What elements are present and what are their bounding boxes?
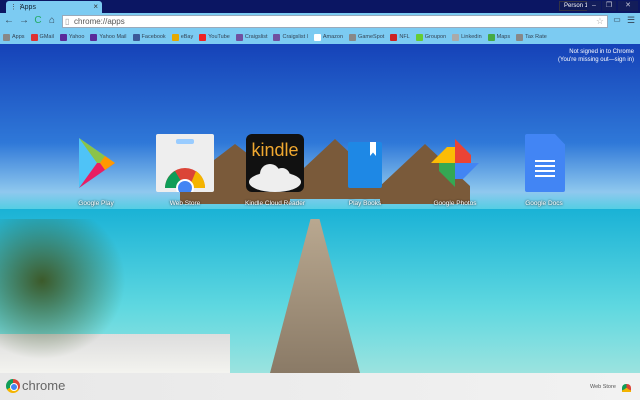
bookmark-favicon-icon xyxy=(390,33,398,41)
google-docs-icon xyxy=(515,134,573,192)
bookmark-item[interactable]: Linkedin xyxy=(452,33,482,41)
bookmark-label: Maps xyxy=(496,34,511,40)
url-text: chrome://apps xyxy=(74,17,125,26)
bookmark-label: GMail xyxy=(39,34,54,40)
bookmark-favicon-icon xyxy=(171,33,179,41)
bookmark-item[interactable]: Craigslist l xyxy=(273,33,308,41)
bookmark-favicon-icon xyxy=(487,33,495,41)
bookmark-label: Craigslist xyxy=(244,34,268,40)
bookmark-favicon-icon xyxy=(415,33,423,41)
bookmark-label: Linkedin xyxy=(461,34,482,40)
bookmark-item[interactable]: eBay xyxy=(171,33,194,41)
bookmark-label: Amazon xyxy=(322,34,344,40)
bookmark-favicon-icon xyxy=(349,33,357,41)
bookmark-item[interactable]: Yahoo Mail xyxy=(90,33,127,41)
app-label: Google Docs xyxy=(525,200,563,207)
title-bar: ⋮⋮ Apps × Person 1 – ❐ ✕ xyxy=(0,0,640,13)
signin-line1: Not signed in to Chrome xyxy=(569,49,634,55)
chrome-brand-text: chrome xyxy=(22,378,66,393)
bookmark-item[interactable]: NFL xyxy=(390,33,410,41)
bookmark-favicon-icon xyxy=(59,33,67,41)
app-label: Google Play xyxy=(78,200,114,207)
reload-button[interactable]: C xyxy=(32,15,44,26)
bookmark-label: Yahoo Mail xyxy=(99,34,127,40)
back-button[interactable]: ← xyxy=(3,15,15,26)
bookmark-label: NFL xyxy=(399,34,410,40)
bookmark-item[interactable]: GMail xyxy=(30,33,54,41)
bookmark-favicon-icon xyxy=(516,33,524,41)
bookmark-label: Yahoo xyxy=(68,34,85,40)
bookmark-item[interactable]: YouTube xyxy=(199,33,230,41)
close-window-button[interactable]: ✕ xyxy=(618,1,638,11)
menu-button[interactable]: ☰ xyxy=(625,15,637,26)
home-button[interactable]: ⌂ xyxy=(46,15,58,26)
app-google-photos[interactable]: Google Photos xyxy=(410,134,500,207)
bookmark-favicon-icon xyxy=(273,33,281,41)
kindle-icon: kindle xyxy=(246,134,304,192)
app-google-play[interactable]: Google Play xyxy=(51,134,141,207)
page-icon: ▯ xyxy=(65,17,70,26)
minimize-button[interactable]: – xyxy=(587,1,601,11)
bookmark-item[interactable]: GameSpot xyxy=(349,33,385,41)
app-label: Kindle Cloud Reader xyxy=(245,200,305,207)
toolbar: ← → C ⌂ ▯ chrome://apps ☆ ▭ ☰ xyxy=(0,13,640,30)
apps-page: Not signed in to Chrome (You're missing … xyxy=(0,44,640,373)
app-google-docs[interactable]: Google Docs xyxy=(499,134,589,207)
app-label: Play Books xyxy=(348,200,382,207)
bookmark-label: GameSpot xyxy=(358,34,385,40)
close-tab-icon[interactable]: × xyxy=(93,2,98,11)
play-books-icon xyxy=(336,134,394,192)
bookmark-label: Tax Rate xyxy=(525,34,547,40)
web-store-link[interactable]: Web Store xyxy=(590,384,616,390)
google-photos-icon xyxy=(426,134,484,192)
bookmark-item[interactable]: Yahoo xyxy=(59,33,85,41)
apps-grid-icon: ⋮⋮ xyxy=(10,4,24,11)
bookmark-favicon-icon xyxy=(235,33,243,41)
cast-icon[interactable]: ▭ xyxy=(611,15,623,24)
bookmark-item[interactable]: Apps xyxy=(3,33,25,41)
bookmark-item[interactable]: Maps xyxy=(487,33,511,41)
bookmark-favicon-icon xyxy=(132,33,140,41)
web-store-icon xyxy=(156,134,214,197)
background-palm xyxy=(0,219,140,373)
signin-line2: (You're missing out—sign in) xyxy=(558,57,634,63)
bookmark-favicon-icon xyxy=(30,33,38,41)
bookmark-favicon-icon xyxy=(313,33,321,41)
bookmark-favicon-icon xyxy=(90,33,98,41)
bookmark-favicon-icon xyxy=(3,33,10,41)
bookmark-item[interactable]: Craigslist xyxy=(235,33,268,41)
forward-button[interactable]: → xyxy=(18,15,30,26)
app-kindle-cloud-reader[interactable]: kindle Kindle Cloud Reader xyxy=(230,134,320,207)
signin-link[interactable]: Not signed in to Chrome (You're missing … xyxy=(558,48,634,64)
bookmark-item[interactable]: Facebook xyxy=(132,33,166,41)
bookmark-star-icon[interactable]: ☆ xyxy=(596,16,604,27)
bookmark-favicon-icon xyxy=(199,33,207,41)
restore-button[interactable]: ❐ xyxy=(602,1,616,11)
chrome-logo-icon xyxy=(6,379,20,393)
app-web-store[interactable]: Web Store xyxy=(140,134,230,207)
bookmark-label: Apps xyxy=(12,34,25,40)
bookmark-item[interactable]: Groupon xyxy=(415,33,447,41)
bookmarks-bar: Apps GMail Yahoo Yahoo Mail Facebook eBay YouT… xyxy=(0,30,640,44)
web-store-icon[interactable] xyxy=(622,384,631,392)
bookmark-label: eBay xyxy=(180,34,194,40)
bookmark-label: Groupon xyxy=(424,34,447,40)
app-play-books[interactable]: Play Books xyxy=(320,134,410,207)
app-label: Google Photos xyxy=(433,200,477,207)
app-label: Web Store xyxy=(169,200,201,207)
bookmark-item[interactable]: Tax Rate xyxy=(516,33,547,41)
tab-apps[interactable]: ⋮⋮ Apps × xyxy=(6,1,102,13)
bookmark-favicon-icon xyxy=(452,33,460,41)
google-play-icon xyxy=(67,134,125,192)
bookmark-label: Craigslist l xyxy=(282,34,308,40)
bookmark-item[interactable]: Amazon xyxy=(313,33,344,41)
kindle-logo-text: kindle xyxy=(251,140,299,160)
footer-bar: chrome Web Store xyxy=(0,373,640,400)
address-bar[interactable]: ▯ chrome://apps ☆ xyxy=(62,15,608,28)
bookmark-label: YouTube xyxy=(208,34,230,40)
bookmark-label: Facebook xyxy=(141,34,166,40)
